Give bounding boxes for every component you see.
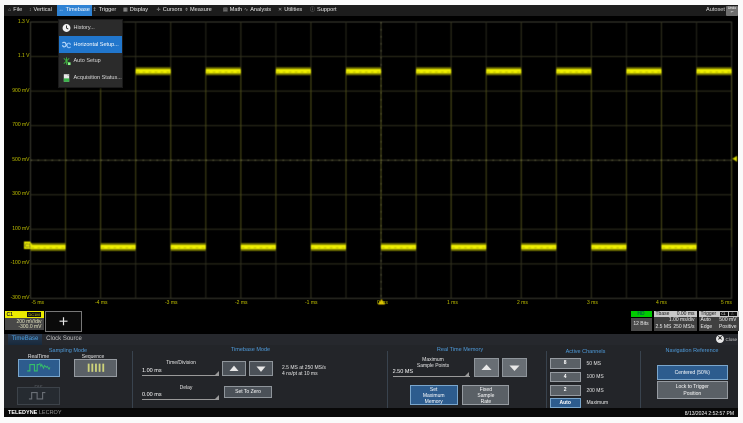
svg-text:C1: C1 xyxy=(25,243,32,249)
